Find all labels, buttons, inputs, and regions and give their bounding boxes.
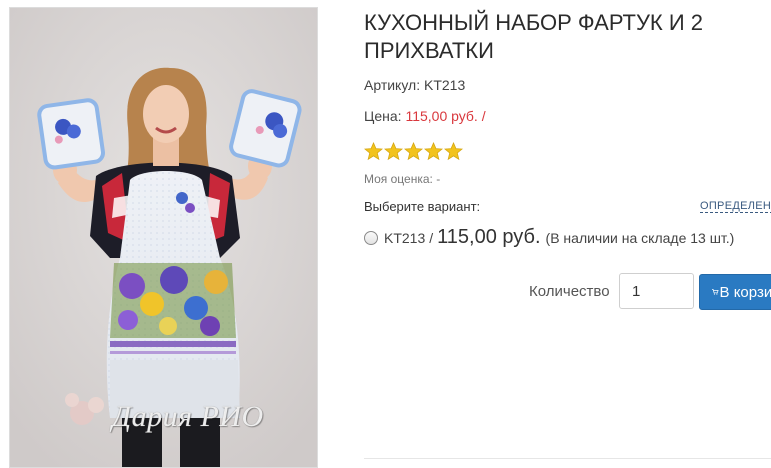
radio-icon[interactable] [364, 231, 378, 245]
my-rating-label: Моя оценка: [364, 172, 433, 186]
star-icon[interactable] [404, 142, 423, 161]
product-title: КУХОННЫЙ НАБОР ФАРТУК И 2 ПРИХВАТКИ [364, 10, 704, 63]
defined-variant-link[interactable]: ОПРЕДЕЛЕННЫЙ [700, 200, 771, 213]
price-slash: / [481, 108, 486, 124]
variant-separator: / [429, 230, 434, 246]
star-icon[interactable] [364, 142, 383, 161]
price-row: Цена: 115,00 руб. / [364, 108, 486, 124]
rating-stars[interactable] [364, 142, 463, 161]
price-value: 115,00 руб. [405, 108, 478, 124]
star-icon[interactable] [444, 142, 463, 161]
my-rating: Моя оценка: - [364, 172, 440, 186]
star-icon[interactable] [384, 142, 403, 161]
sku-value: KT213 [423, 77, 466, 93]
add-to-cart-button[interactable]: В корзину [699, 274, 771, 310]
sku-label: Артикул: [364, 77, 421, 93]
add-to-cart-label: В корзину [719, 283, 771, 301]
my-rating-value: - [436, 172, 441, 186]
variant-stock: (В наличии на складе 13 шт.) [545, 230, 735, 246]
choose-variant-label: Выберите вариант: [364, 199, 481, 214]
variant-price: 115,00 руб. [437, 226, 541, 248]
product-image[interactable]: Дария РИО [9, 7, 318, 468]
variant-option[interactable]: KT213 / 115,00 руб. (В наличии на складе… [364, 226, 734, 249]
quantity-input[interactable] [619, 273, 694, 309]
variant-code: KT213 [384, 230, 426, 246]
cart-icon [712, 289, 719, 295]
sku-row: Артикул: KT213 [364, 77, 465, 93]
divider [364, 458, 771, 459]
price-label: Цена: [364, 108, 402, 124]
product-photo [10, 8, 317, 467]
star-icon[interactable] [424, 142, 443, 161]
quantity-label: Количество [529, 283, 610, 300]
image-watermark: Дария РИО [112, 400, 264, 433]
